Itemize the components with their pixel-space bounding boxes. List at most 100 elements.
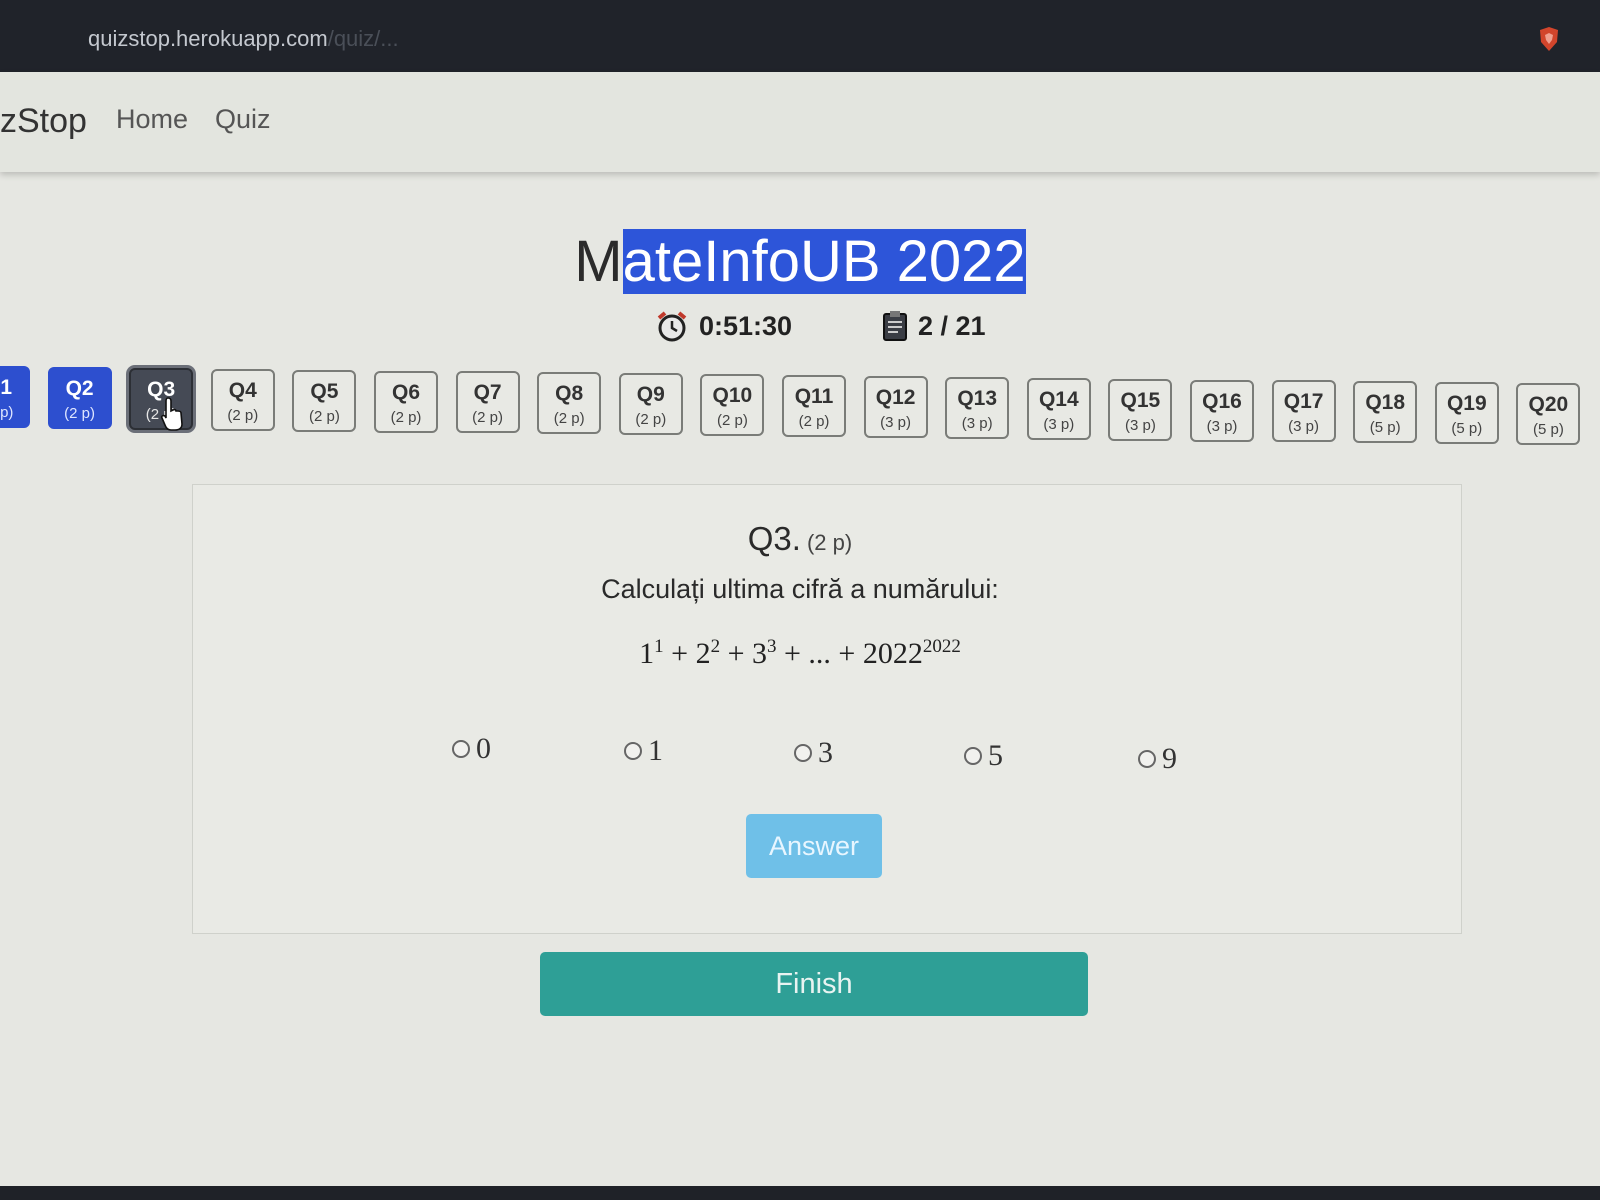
option-9[interactable]: 9 (1138, 742, 1177, 776)
question-button-label: Q19 (1446, 392, 1487, 416)
navbar: zStop Home Quiz (0, 72, 1600, 172)
question-button-label: Q8 (555, 382, 584, 406)
question-button-label: Q7 (473, 381, 502, 405)
question-button-label: Q5 (310, 379, 339, 403)
option-label: 9 (1162, 742, 1177, 775)
question-formula: 11 + 22 + 33 + ... + 20222022 (0, 636, 1600, 671)
question-button-label: Q17 (1283, 390, 1324, 414)
question-button-q13[interactable]: Q13 (3 p) (945, 376, 1010, 439)
question-button-points: (3 p) (1043, 415, 1075, 433)
taskbar-edge (0, 1186, 1600, 1200)
formula-exp-1: 1 (654, 636, 664, 657)
question-button-label: Q13 (957, 386, 998, 410)
question-button-q10[interactable]: Q10 (2 p) (700, 374, 765, 437)
browser-address-bar: quizstop.herokuapp.com/quiz/... (0, 0, 1600, 72)
formula-term-n: 2022 (862, 637, 923, 670)
question-button-label: Q1 (0, 376, 12, 399)
question-title: Q3. (2 p) (0, 520, 1600, 558)
question-button-q20[interactable]: Q20 (5 p) (1516, 383, 1581, 446)
question-button-label: Q15 (1120, 388, 1161, 412)
question-button-q14[interactable]: Q14 (3 p) (1026, 377, 1091, 440)
question-button-q2[interactable]: Q2 (2 p) (47, 366, 112, 429)
question-button-q6[interactable]: Q6 (2 p) (374, 370, 438, 433)
page-title: MateInfoUB 2022 (574, 228, 1026, 296)
question-button-q11[interactable]: Q11 (2 p) (782, 375, 846, 437)
question-button-label: Q2 (65, 376, 94, 400)
formula-plus-1: + (663, 637, 696, 670)
question-button-points: (5 p) (1451, 420, 1483, 438)
question-button-points: (2 p) (64, 404, 96, 422)
option-1[interactable]: 1 (624, 734, 663, 768)
alarm-clock-icon (657, 311, 687, 342)
question-button-q19[interactable]: Q19 (5 p) (1434, 382, 1499, 445)
question-button-points: (5 p) (1532, 421, 1564, 439)
question-navigation: Q1(2 p)Q2(2 p)Q3(2 p)Q4(2 p)Q5(2 p)Q6(2 … (0, 366, 1600, 446)
url-field[interactable]: quizstop.herokuapp.com/quiz/... (88, 26, 399, 52)
question-points: (2 p) (806, 530, 853, 555)
radio-button[interactable] (624, 742, 642, 760)
option-3[interactable]: 3 (794, 736, 833, 770)
hand-cursor-icon (160, 397, 183, 431)
question-number: Q3. (747, 520, 801, 557)
question-button-points: (2 p) (390, 408, 422, 426)
question-button-q1[interactable]: Q1 (2 p) (0, 366, 30, 428)
question-button-q18[interactable]: Q18 (5 p) (1353, 381, 1418, 444)
formula-exp-2: 2 (710, 636, 721, 657)
formula-term-2: 2 (695, 637, 711, 670)
question-button-points: (3 p) (880, 413, 912, 431)
question-button-q5[interactable]: Q5 (2 p) (292, 369, 357, 432)
question-button-points: (2 p) (308, 407, 340, 425)
question-button-points: (2 p) (635, 411, 667, 429)
option-label: 5 (988, 739, 1003, 772)
question-button-q9[interactable]: Q9 (2 p) (618, 373, 683, 436)
question-button-points: (5 p) (1369, 419, 1401, 437)
question-button-points: (3 p) (961, 414, 993, 432)
url-path: /quiz/... (327, 26, 399, 51)
radio-button[interactable] (1138, 750, 1156, 768)
formula-exp-3: 3 (767, 636, 777, 657)
question-button-points: (2 p) (553, 410, 585, 428)
brave-shield-icon[interactable] (1538, 26, 1560, 52)
question-button-label: Q4 (228, 378, 257, 402)
question-button-q15[interactable]: Q15 (3 p) (1108, 378, 1173, 441)
option-5[interactable]: 5 (964, 739, 1003, 773)
question-button-points: (3 p) (1288, 418, 1320, 436)
formula-exp-n: 2022 (922, 636, 961, 657)
progress-counter: 2 / 21 (882, 310, 986, 342)
formula-term-1: 1 (639, 637, 655, 670)
question-button-q4[interactable]: Q4 (2 p) (210, 368, 275, 431)
formula-term-3: 3 (752, 637, 767, 670)
radio-button[interactable] (452, 740, 470, 758)
radio-button[interactable] (964, 747, 982, 765)
question-button-label: Q11 (794, 385, 834, 408)
question-button-points: (2 p) (716, 412, 748, 430)
timer-value: 0:51:30 (699, 310, 793, 341)
nav-link-quiz[interactable]: Quiz (215, 104, 271, 135)
question-button-points: (2 p) (798, 413, 830, 430)
question-button-q12[interactable]: Q12 (3 p) (863, 375, 928, 438)
finish-button[interactable]: Finish (540, 952, 1088, 1016)
question-button-label: Q20 (1528, 393, 1569, 417)
url-domain: quizstop.herokuapp.com (88, 26, 328, 51)
question-button-label: Q6 (391, 380, 420, 404)
answer-button[interactable]: Answer (746, 814, 882, 878)
formula-plus-2: + (720, 637, 752, 670)
formula-ellipsis: + ... + (776, 637, 863, 670)
timer: 0:51:30 (655, 310, 792, 342)
title-text: M (574, 229, 623, 294)
question-button-points: (2 p) (227, 406, 259, 424)
question-text: Calculați ultima cifră a numărului: (601, 574, 999, 604)
question-button-q16[interactable]: Q16 (3 p) (1190, 379, 1254, 442)
question-button-q17[interactable]: Q17 (3 p) (1271, 380, 1336, 443)
question-button-label: Q12 (875, 385, 916, 409)
question-button-label: Q10 (712, 384, 753, 408)
radio-button[interactable] (794, 744, 812, 762)
question-button-q7[interactable]: Q7 (2 p) (455, 371, 520, 434)
question-button-q8[interactable]: Q8 (2 p) (537, 372, 602, 435)
clipboard-icon (883, 311, 907, 341)
nav-link-home[interactable]: Home (116, 104, 188, 135)
option-0[interactable]: 0 (452, 732, 491, 766)
title-selected-text: ateInfoUB 2022 (622, 229, 1026, 294)
option-label: 1 (648, 734, 663, 767)
brand-logo[interactable]: zStop (0, 102, 87, 141)
